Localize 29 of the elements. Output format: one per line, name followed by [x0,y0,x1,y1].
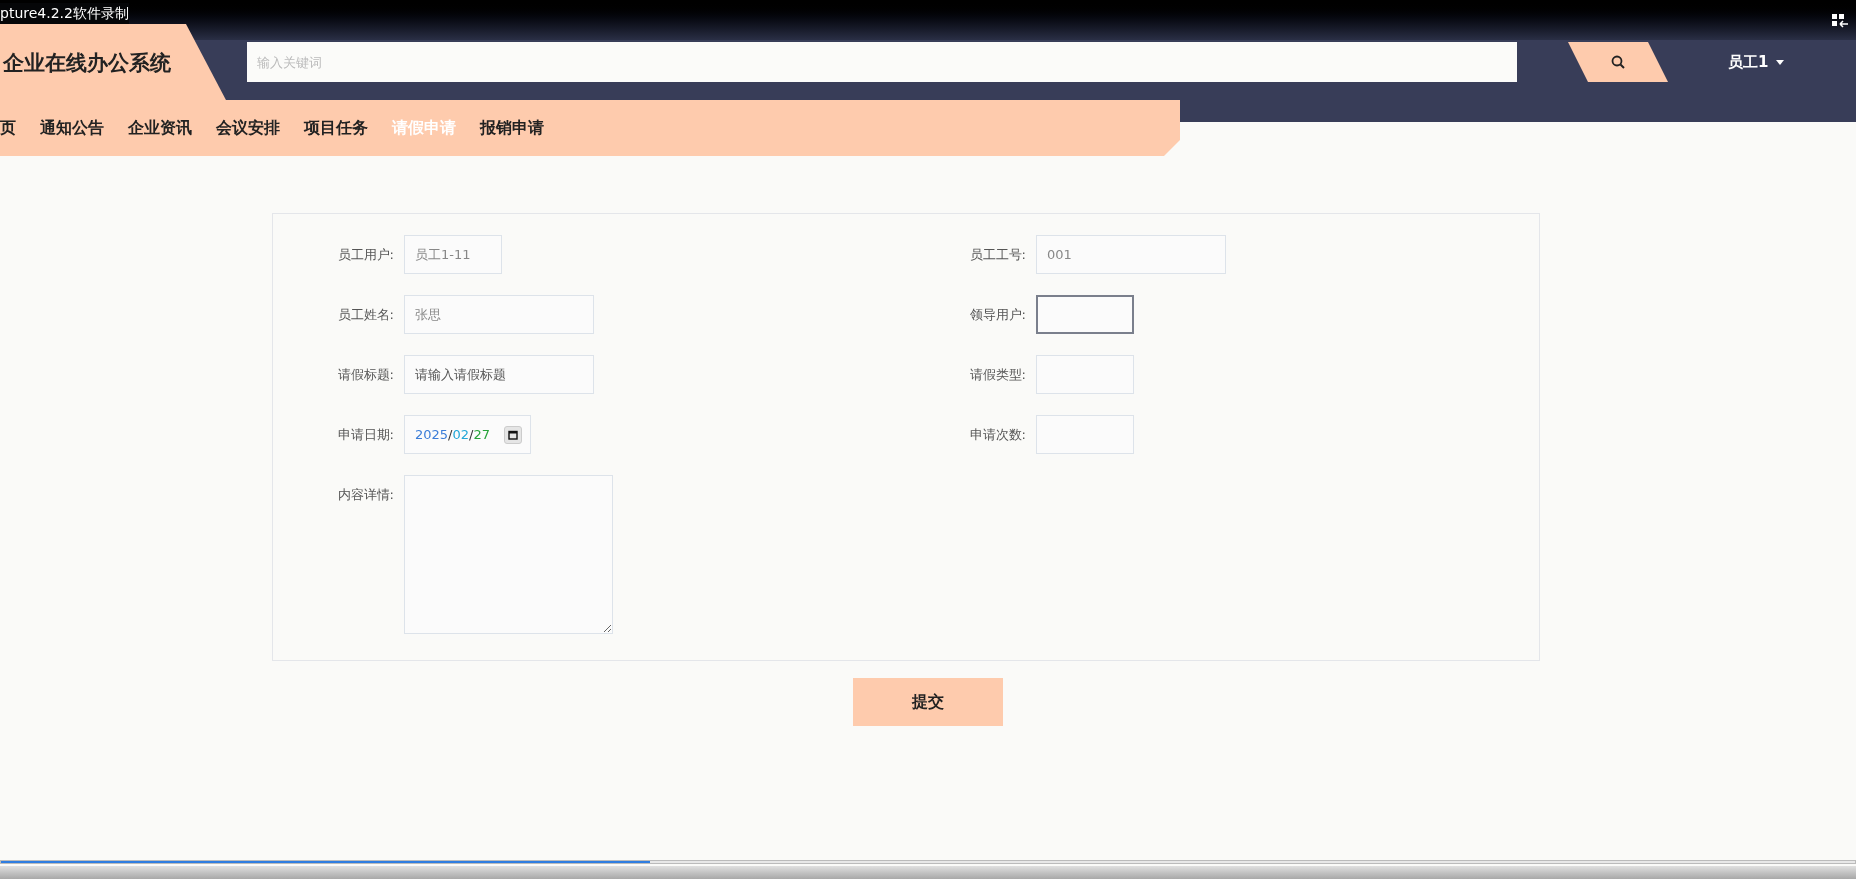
nav-tab[interactable]: 页 [0,116,16,140]
submit-button[interactable]: 提交 [853,678,1003,726]
field-label: 内容详情: [336,486,394,504]
date-field[interactable]: 2025/02/27 [404,415,531,454]
field-label: 请假类型: [968,366,1026,384]
nav-tab[interactable]: 报销申请 [480,116,544,140]
calendar-icon[interactable] [503,425,522,444]
search-field[interactable]: 输入关键词 [247,42,1517,82]
nav-tab[interactable]: 项目任务 [304,116,368,140]
text-input[interactable] [1036,295,1134,334]
user-menu[interactable]: 员工1 [1728,51,1785,74]
search-icon [1611,55,1625,69]
text-input[interactable]: 张思 [404,295,594,334]
field-label: 员工姓名: [336,306,394,324]
grid-icon[interactable] [1832,14,1848,28]
field-label: 申请日期: [336,426,394,444]
caret-icon [1776,59,1785,65]
site-logo: 企业在线办公系统 [3,50,171,77]
nav-tab[interactable]: 企业资讯 [128,116,192,140]
nav-tab[interactable]: 会议安排 [216,116,280,140]
recorder-title: pture4.2.2软件录制 [0,3,129,24]
field-label: 申请次数: [968,426,1026,444]
field-label: 请假标题: [336,366,394,384]
date-value: 2025/02/27 [415,425,490,444]
field-label: 员工用户: [336,246,394,264]
nav-tab[interactable]: 通知公告 [40,116,104,140]
field-label: 领导用户: [968,306,1026,324]
text-input[interactable]: 001 [1036,235,1226,274]
field-label: 员工工号: [968,246,1026,264]
